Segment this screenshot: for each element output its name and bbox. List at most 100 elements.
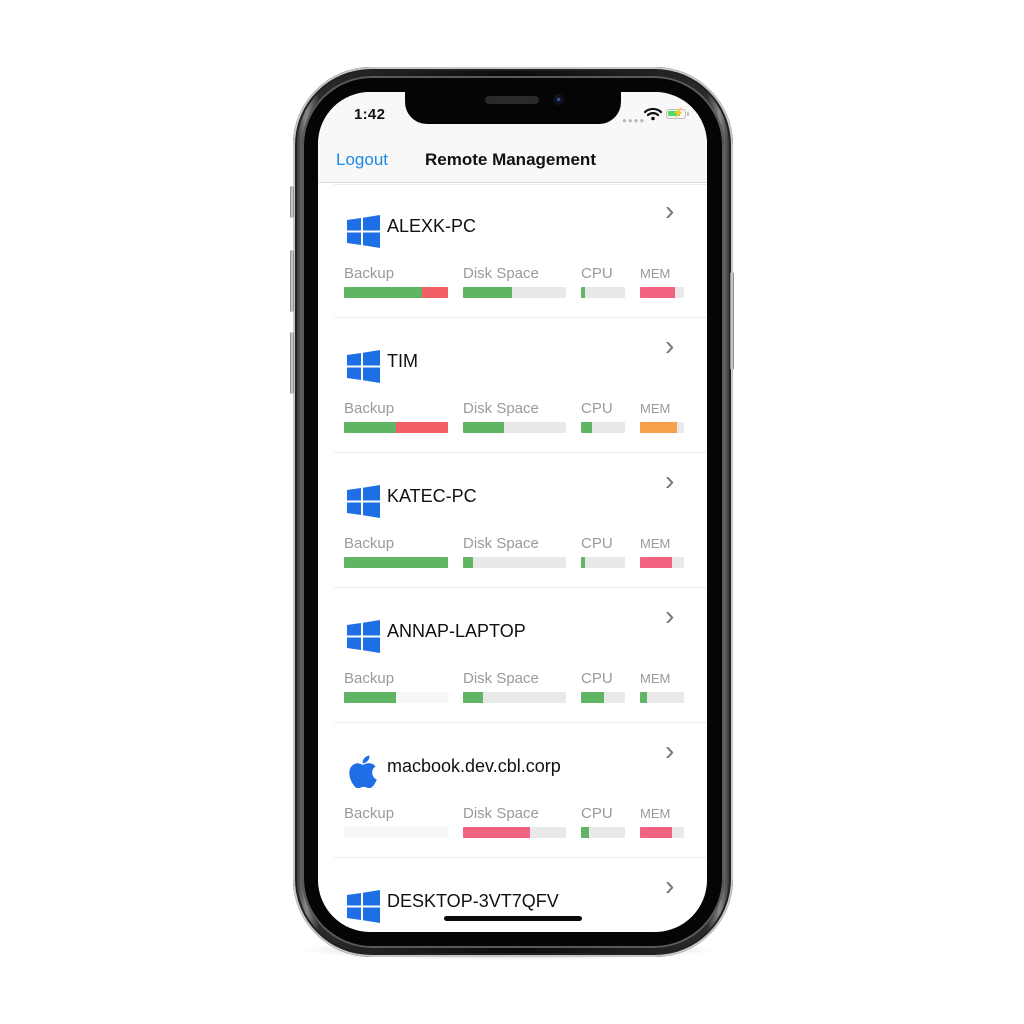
cpu-progress-bar xyxy=(581,422,625,433)
metric-cpu-label: CPU xyxy=(581,265,613,282)
status-time: 1:42 xyxy=(354,106,386,123)
apple-logo-icon xyxy=(347,755,380,789)
power-button xyxy=(730,272,734,370)
metric-mem: MEM xyxy=(640,265,684,298)
metric-disk: Disk Space xyxy=(463,805,566,838)
device-row[interactable]: TIM › Backup Disk Space CPU MEM xyxy=(318,318,707,453)
disk-progress-bar xyxy=(463,692,566,703)
cpu-progress-bar xyxy=(581,827,625,838)
mem-progress-fill xyxy=(640,692,648,703)
metric-cpu: CPU xyxy=(581,400,625,433)
mem-progress-fill xyxy=(640,827,672,838)
earpiece-speaker xyxy=(485,96,539,104)
cpu-progress-fill xyxy=(581,827,589,838)
backup-progress-fill xyxy=(396,422,448,433)
disk-progress-fill xyxy=(463,827,530,838)
device-name: TIM xyxy=(387,351,418,371)
metric-backup-label: Backup xyxy=(344,805,395,822)
cpu-progress-bar xyxy=(581,287,625,298)
disk-progress-fill xyxy=(463,287,513,298)
metric-mem-label: MEM xyxy=(640,536,671,551)
device-name: ALEXK-PC xyxy=(387,216,477,236)
cpu-progress-fill xyxy=(581,422,592,433)
notch xyxy=(405,92,621,124)
metric-disk-label: Disk Space xyxy=(463,805,539,822)
metric-mem: MEM xyxy=(640,400,684,433)
metric-cpu-label: CPU xyxy=(581,805,613,822)
backup-progress-bar xyxy=(344,827,448,838)
metric-disk: Disk Space xyxy=(463,400,566,433)
silent-switch xyxy=(290,186,294,218)
volume-up-button xyxy=(290,250,294,312)
windows-logo-icon xyxy=(347,215,380,248)
backup-progress-fill xyxy=(344,692,396,703)
disk-progress-bar xyxy=(463,287,566,298)
signal-dots-icon: ●●●● xyxy=(622,116,646,125)
metric-disk-label: Disk Space xyxy=(463,400,539,417)
metric-disk: Disk Space xyxy=(463,535,566,568)
windows-logo-icon xyxy=(347,620,380,653)
navigation-bar: Logout Remote Management xyxy=(318,136,707,183)
device-name: DESKTOP-3VT7QFV xyxy=(387,891,559,911)
windows-logo-icon xyxy=(347,890,380,923)
mem-progress-bar xyxy=(640,692,684,703)
metric-cpu: CPU xyxy=(581,535,625,568)
mem-progress-bar xyxy=(640,422,684,433)
metric-mem-label: MEM xyxy=(640,401,671,416)
device-name: macbook.dev.cbl.corp xyxy=(387,756,561,776)
chevron-right-icon[interactable]: › xyxy=(665,735,674,767)
metric-cpu-label: CPU xyxy=(581,670,613,687)
backup-progress-bar xyxy=(344,422,448,433)
metric-disk: Disk Space xyxy=(463,265,566,298)
mem-progress-bar xyxy=(640,287,684,298)
metric-disk-label: Disk Space xyxy=(463,670,539,687)
metric-cpu: CPU xyxy=(581,805,625,838)
chevron-right-icon[interactable]: › xyxy=(665,600,674,632)
backup-progress-fill xyxy=(344,557,448,568)
chevron-right-icon[interactable]: › xyxy=(665,465,674,497)
mem-progress-fill xyxy=(640,287,676,298)
metric-disk: Disk Space xyxy=(463,670,566,703)
mem-progress-bar xyxy=(640,557,684,568)
disk-progress-fill xyxy=(463,692,483,703)
chevron-right-icon[interactable]: › xyxy=(665,195,674,227)
metric-disk-label: Disk Space xyxy=(463,265,539,282)
cpu-progress-fill xyxy=(581,692,604,703)
disk-progress-fill xyxy=(463,557,474,568)
device-name: KATEC-PC xyxy=(387,486,477,506)
device-row[interactable]: macbook.dev.cbl.corp › Backup Disk Space CPU… xyxy=(318,723,707,858)
metric-backup: Backup xyxy=(344,535,448,568)
chevron-right-icon[interactable]: › xyxy=(665,870,674,902)
wifi-icon xyxy=(644,107,662,121)
device-row[interactable]: KATEC-PC › Backup Disk Space CPU MEM xyxy=(318,453,707,588)
metric-cpu: CPU xyxy=(581,670,625,703)
charging-bolt-icon: ⚡ xyxy=(672,108,685,119)
backup-progress-bar xyxy=(344,287,448,298)
logout-button[interactable]: Logout xyxy=(336,150,388,170)
device-row[interactable]: ANNAP-LAPTOP › Backup Disk Space CPU MEM xyxy=(318,588,707,723)
cpu-progress-fill xyxy=(581,557,585,568)
metric-backup: Backup xyxy=(344,670,448,703)
chevron-right-icon[interactable]: › xyxy=(665,330,674,362)
disk-progress-bar xyxy=(463,557,566,568)
device-name: ANNAP-LAPTOP xyxy=(387,621,526,641)
metric-cpu-label: CPU xyxy=(581,535,613,552)
metric-backup: Backup xyxy=(344,265,448,298)
cpu-progress-bar xyxy=(581,557,625,568)
metric-mem: MEM xyxy=(640,805,684,838)
metric-mem: MEM xyxy=(640,535,684,568)
disk-progress-fill xyxy=(463,422,505,433)
metric-backup: Backup xyxy=(344,400,448,433)
page-title: Remote Management xyxy=(425,150,596,169)
device-row[interactable]: ALEXK-PC › Backup Disk Space CPU MEM xyxy=(318,183,707,318)
mem-progress-bar xyxy=(640,827,684,838)
phone-screen: 1:42 ●●●● ⚡ Logout Remote Management ALE… xyxy=(318,92,707,932)
volume-down-button xyxy=(290,332,294,394)
backup-progress-fill xyxy=(344,422,396,433)
backup-progress-fill xyxy=(422,287,448,298)
mem-progress-fill xyxy=(640,422,678,433)
metric-cpu: CPU xyxy=(581,265,625,298)
metric-mem-label: MEM xyxy=(640,806,671,821)
disk-progress-bar xyxy=(463,422,566,433)
home-indicator[interactable] xyxy=(444,916,582,921)
